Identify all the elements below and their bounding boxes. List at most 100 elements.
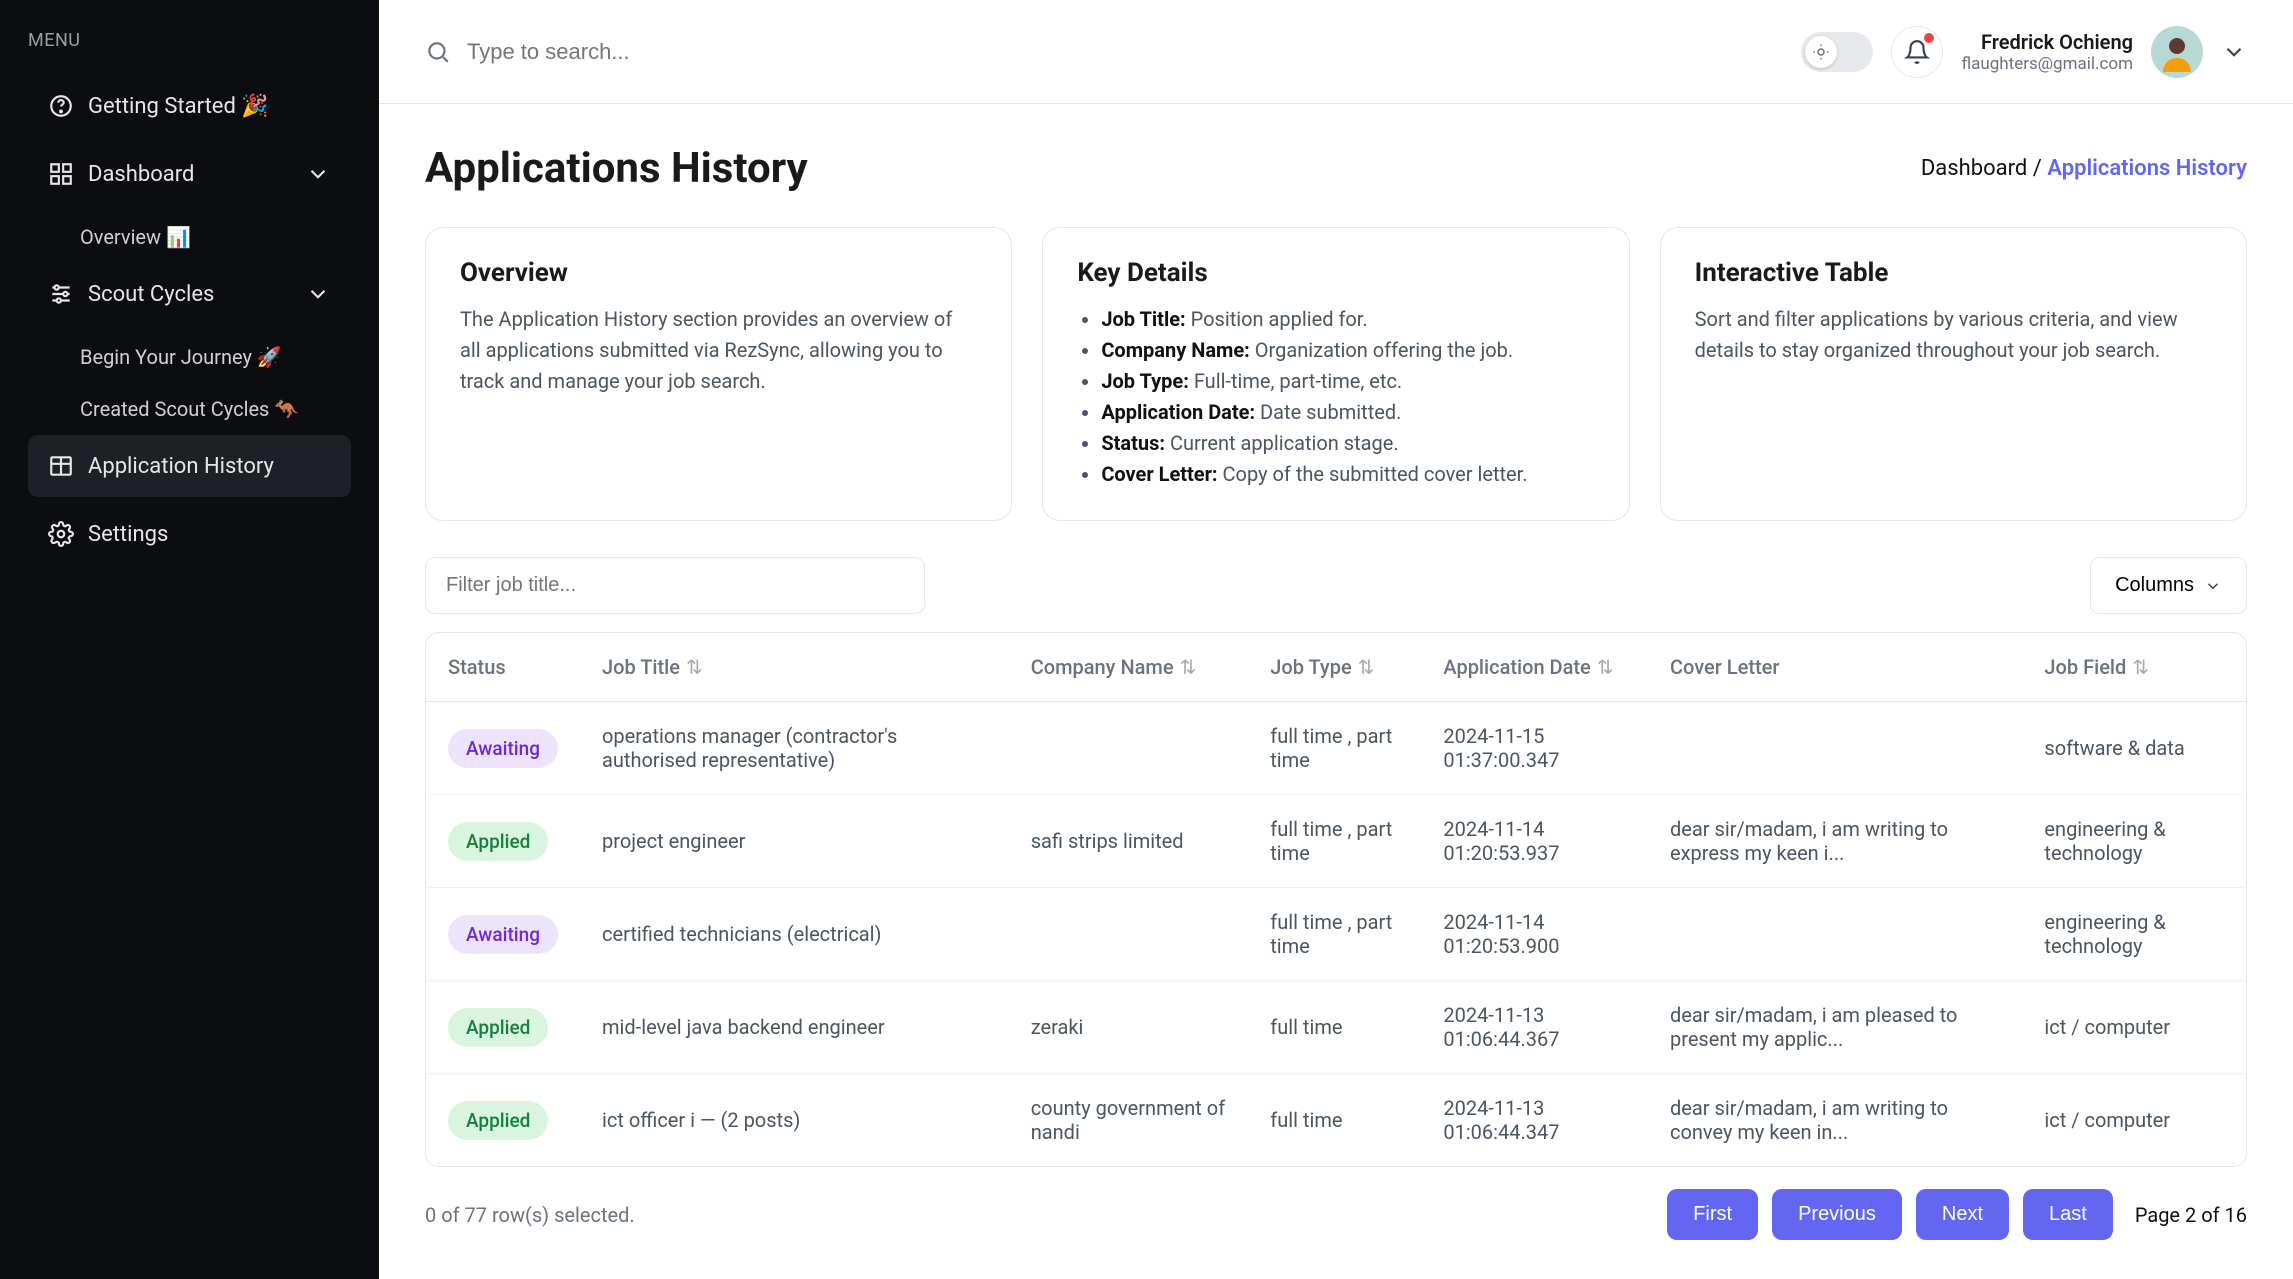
- cell-job-type: full time: [1248, 981, 1421, 1074]
- cell-application-date: 2024-11-14 01:20:53.937: [1421, 795, 1648, 888]
- cell-job-field: ict / computer: [2022, 1074, 2246, 1167]
- cell-job-field: engineering & technology: [2022, 795, 2246, 888]
- page-info: Page 2 of 16: [2135, 1203, 2247, 1227]
- cell-job-field: ict / computer: [2022, 981, 2246, 1074]
- table-row[interactable]: Awaitingcertified technicians (electrica…: [426, 888, 2246, 981]
- key-detail-item: Job Type: Full-time, part-time, etc.: [1101, 366, 1594, 397]
- table-icon: [48, 453, 74, 479]
- key-details-list: Job Title: Position applied for.Company …: [1077, 304, 1594, 490]
- user-menu[interactable]: Fredrick Ochieng flaughters@gmail.com: [1961, 26, 2247, 78]
- selection-info: 0 of 77 row(s) selected.: [425, 1203, 635, 1227]
- cell-job-type: full time: [1248, 1074, 1421, 1167]
- sidebar-item-settings[interactable]: Settings: [28, 503, 351, 565]
- col-cover-letter[interactable]: Cover Letter: [1648, 633, 2022, 702]
- col-company-name[interactable]: Company Name⇅: [1009, 633, 1249, 702]
- card-title: Overview: [460, 258, 977, 288]
- cell-job-title: certified technicians (electrical): [580, 888, 1009, 981]
- sidebar-subitem-created-cycles[interactable]: Created Scout Cycles 🦘: [28, 383, 351, 435]
- card-key-details: Key Details Job Title: Position applied …: [1042, 227, 1629, 521]
- col-job-type[interactable]: Job Type⇅: [1248, 633, 1421, 702]
- table-row[interactable]: Appliedict officer i — (2 posts)county g…: [426, 1074, 2246, 1167]
- user-email: flaughters@gmail.com: [1961, 54, 2133, 74]
- cell-application-date: 2024-11-15 01:37:00.347: [1421, 702, 1648, 795]
- status-badge: Applied: [448, 1008, 548, 1047]
- notifications-button[interactable]: [1891, 26, 1943, 78]
- sidebar-item-getting-started[interactable]: Getting Started 🎉: [28, 75, 351, 137]
- card-title: Interactive Table: [1695, 258, 2212, 288]
- avatar: [2151, 26, 2203, 78]
- key-detail-item: Application Date: Date submitted.: [1101, 397, 1594, 428]
- card-body: The Application History section provides…: [460, 304, 977, 397]
- cell-application-date: 2024-11-13 01:06:44.347: [1421, 1074, 1648, 1167]
- sidebar-subitem-overview[interactable]: Overview 📊: [28, 211, 351, 263]
- cell-cover-letter: [1648, 702, 2022, 795]
- next-page-button[interactable]: Next: [1916, 1189, 2009, 1240]
- sort-icon: ⇅: [1358, 655, 1375, 679]
- topbar: Fredrick Ochieng flaughters@gmail.com: [379, 0, 2293, 104]
- applications-table: Status Job Title⇅ Company Name⇅ Job Type…: [425, 632, 2247, 1167]
- card-interactive-table: Interactive Table Sort and filter applic…: [1660, 227, 2247, 521]
- table-row[interactable]: Appliedproject engineersafi strips limit…: [426, 795, 2246, 888]
- chevron-down-icon: [305, 281, 331, 307]
- last-page-button[interactable]: Last: [2023, 1189, 2113, 1240]
- avatar-illustration: [2157, 32, 2197, 72]
- help-circle-icon: [48, 93, 74, 119]
- sliders-icon: [48, 281, 74, 307]
- cell-job-title: operations manager (contractor's authori…: [580, 702, 1009, 795]
- theme-toggle[interactable]: [1801, 32, 1873, 72]
- breadcrumb-current: Applications History: [2047, 156, 2247, 181]
- grid-icon: [48, 161, 74, 187]
- chevron-down-icon: [305, 161, 331, 187]
- status-badge: Awaiting: [448, 729, 558, 768]
- cell-cover-letter: [1648, 888, 2022, 981]
- sidebar-item-application-history[interactable]: Application History: [28, 435, 351, 497]
- cell-cover-letter: dear sir/madam, i am writing to convey m…: [1648, 1074, 2022, 1167]
- page-title: Applications History: [425, 144, 808, 193]
- page-content: Applications History Dashboard / Applica…: [379, 104, 2293, 1279]
- menu-section-label: MENU: [28, 30, 351, 51]
- col-job-title[interactable]: Job Title⇅: [580, 633, 1009, 702]
- cell-job-title: mid-level java backend engineer: [580, 981, 1009, 1074]
- cell-application-date: 2024-11-14 01:20:53.900: [1421, 888, 1648, 981]
- cell-job-type: full time , part time: [1248, 888, 1421, 981]
- cell-application-date: 2024-11-13 01:06:44.367: [1421, 981, 1648, 1074]
- columns-button-label: Columns: [2115, 574, 2194, 597]
- table-body: Awaiting operations manager (contractor's…: [426, 702, 2246, 1167]
- sidebar-item-label: Application History: [88, 454, 274, 479]
- cell-company-name: zeraki: [1009, 981, 1249, 1074]
- sort-icon: ⇅: [1597, 655, 1614, 679]
- cell-company-name: county government of nandi: [1009, 1074, 1249, 1167]
- status-badge: Applied: [448, 1101, 548, 1140]
- col-status[interactable]: Status: [426, 633, 580, 702]
- key-detail-item: Company Name: Organization offering the …: [1101, 335, 1594, 366]
- columns-button[interactable]: Columns: [2090, 557, 2247, 614]
- cell-job-type: full time , part time: [1248, 702, 1421, 795]
- status-badge: Applied: [448, 822, 548, 861]
- col-job-field[interactable]: Job Field⇅: [2022, 633, 2246, 702]
- cell-company-name: [1009, 888, 1249, 981]
- card-title: Key Details: [1077, 258, 1594, 288]
- sort-icon: ⇅: [2132, 655, 2149, 679]
- sidebar-item-label: Settings: [88, 522, 168, 547]
- sun-icon: [1812, 43, 1830, 61]
- cell-company-name: safi strips limited: [1009, 795, 1249, 888]
- card-overview: Overview The Application History section…: [425, 227, 1012, 521]
- global-search-input[interactable]: [467, 39, 867, 65]
- table-row[interactable]: Applied mid-level java backend engineerze…: [426, 981, 2246, 1074]
- sidebar-item-label: Dashboard: [88, 162, 194, 187]
- sidebar: MENU Getting Started 🎉 Dashboard Overvie…: [0, 0, 379, 1279]
- previous-page-button[interactable]: Previous: [1772, 1189, 1902, 1240]
- filter-job-title-input[interactable]: [425, 557, 925, 614]
- first-page-button[interactable]: First: [1667, 1189, 1758, 1240]
- main-area: Fredrick Ochieng flaughters@gmail.com Ap…: [379, 0, 2293, 1279]
- sidebar-subitem-begin-journey[interactable]: Begin Your Journey 🚀: [28, 331, 351, 383]
- chevron-down-icon: [2221, 39, 2247, 65]
- key-detail-item: Status: Current application stage.: [1101, 428, 1594, 459]
- sidebar-item-dashboard[interactable]: Dashboard: [28, 143, 351, 205]
- breadcrumb-root[interactable]: Dashboard: [1921, 156, 2027, 181]
- table-row[interactable]: Awaiting operations manager (contractor's…: [426, 702, 2246, 795]
- key-detail-item: Job Title: Position applied for.: [1101, 304, 1594, 335]
- sidebar-item-label: Scout Cycles: [88, 282, 214, 307]
- col-application-date[interactable]: Application Date⇅: [1421, 633, 1648, 702]
- sidebar-item-scout-cycles[interactable]: Scout Cycles: [28, 263, 351, 325]
